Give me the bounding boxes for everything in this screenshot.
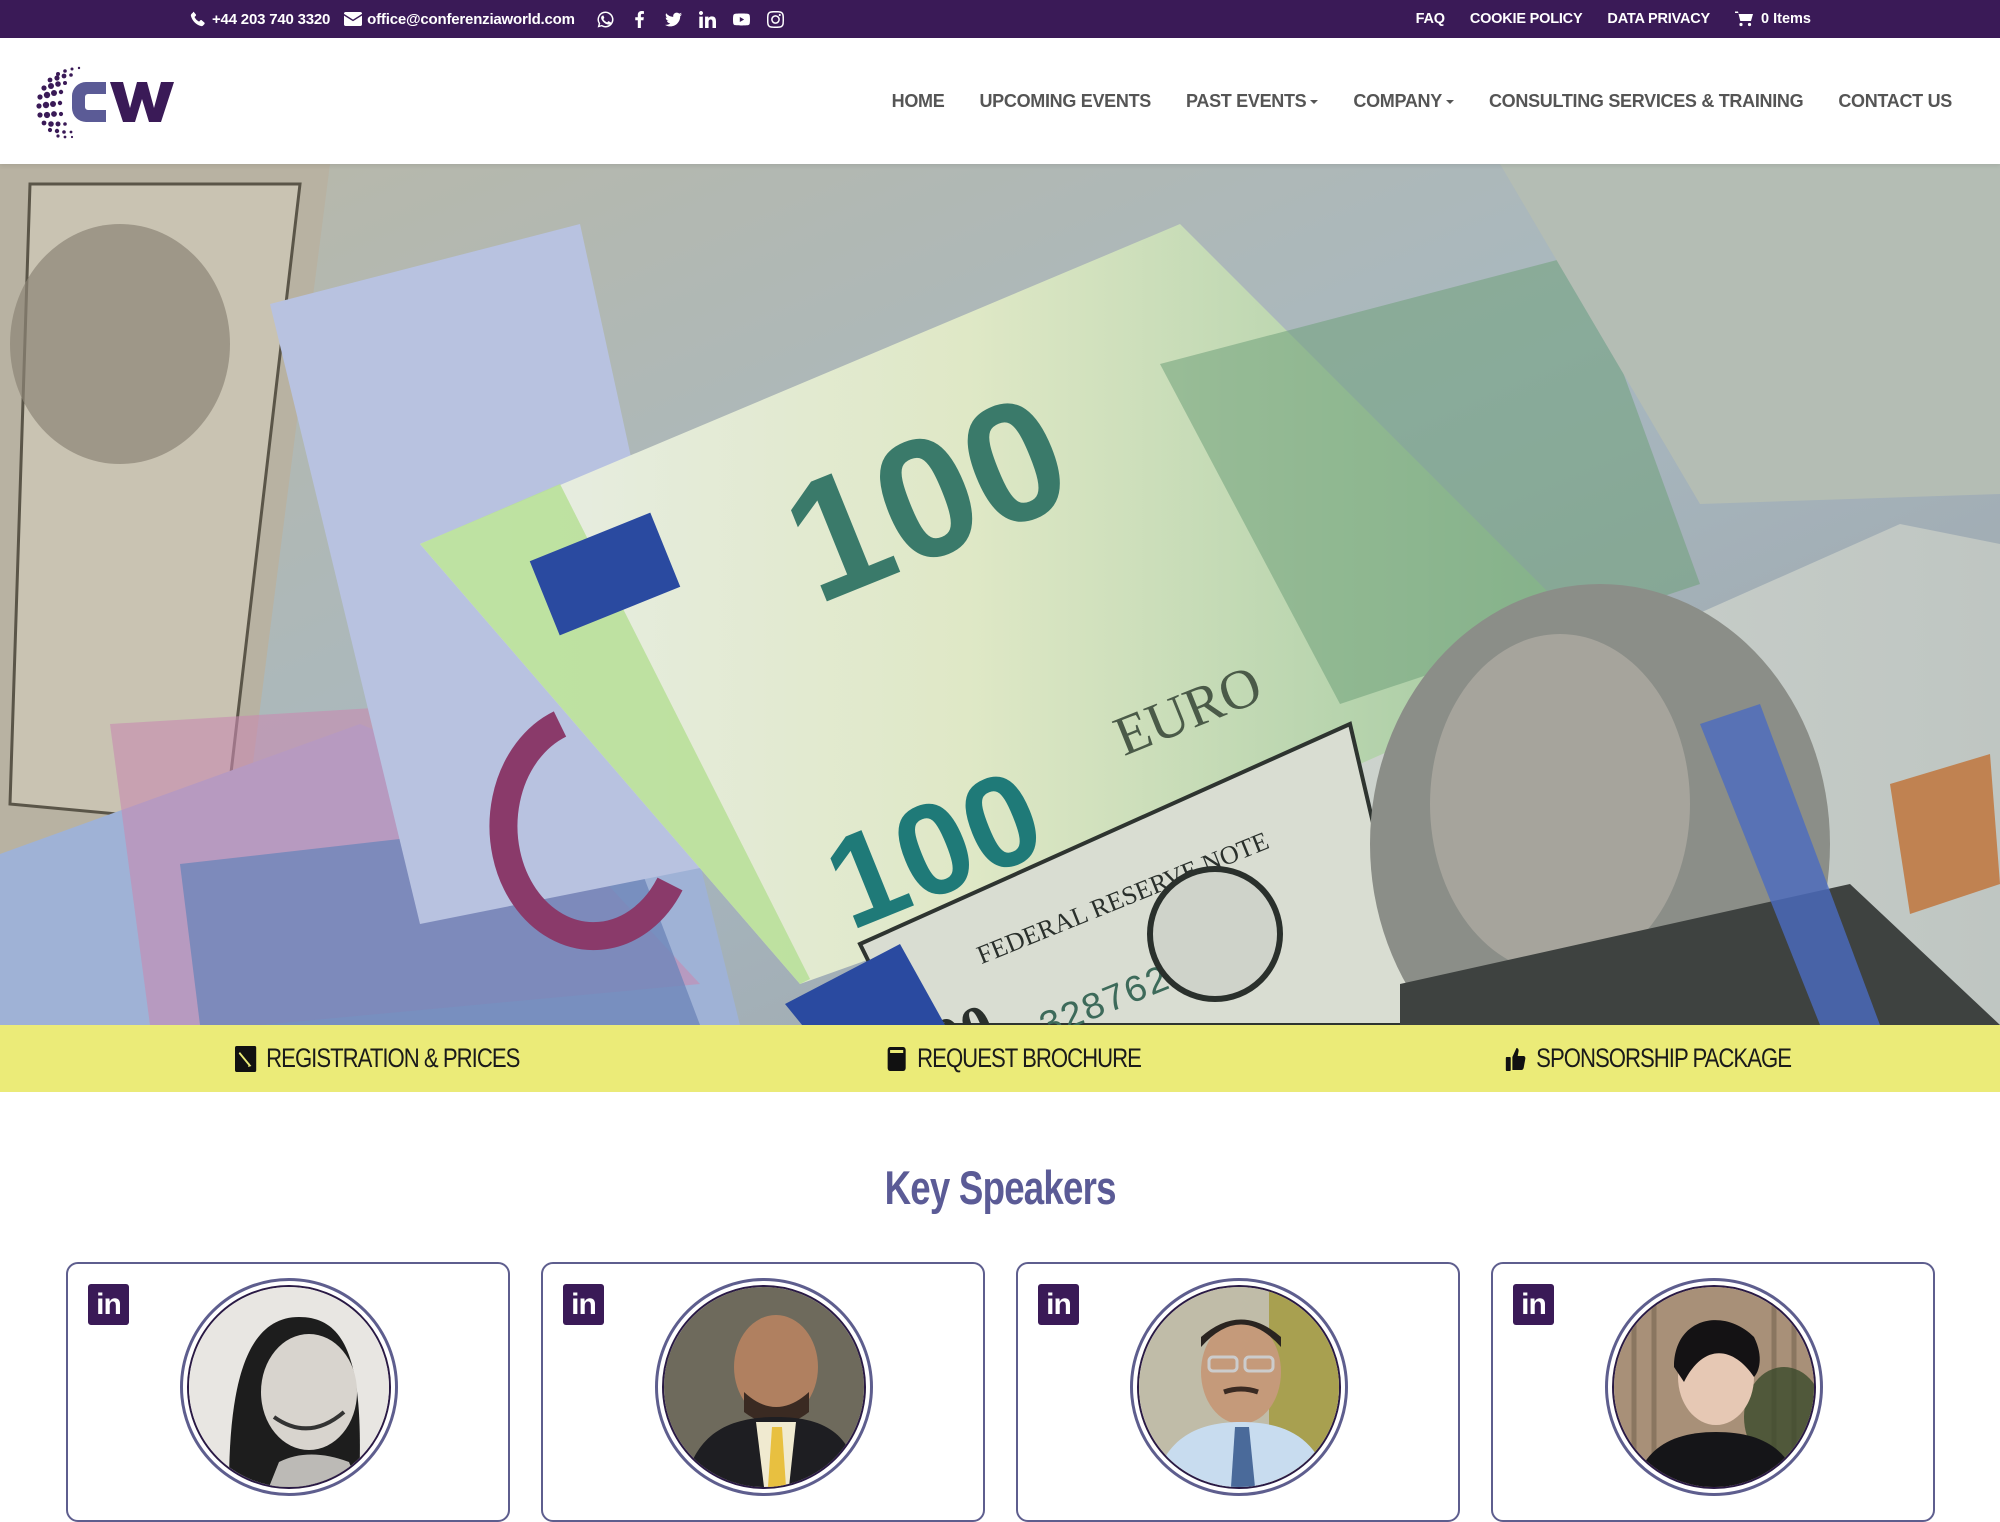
cart-icon <box>1735 11 1754 27</box>
speaker-card[interactable]: in <box>541 1262 985 1522</box>
phone-number: +44 203 740 3320 <box>212 10 331 28</box>
nav-label: UPCOMING EVENTS <box>979 90 1151 111</box>
envelope-icon <box>344 12 363 26</box>
hero-banner-image: 100 100 EURO 100 FEDERAL RESERVE NOTE LF… <box>0 164 2000 1025</box>
action-label: REQUEST BROCHURE <box>917 1043 1142 1073</box>
nav-label: PAST EVENTS <box>1186 90 1307 111</box>
facebook-link[interactable] <box>623 0 657 38</box>
logo[interactable] <box>34 62 204 142</box>
social-links <box>589 0 793 38</box>
email-contact[interactable]: office@conferenziaworld.com <box>344 11 575 28</box>
nav-label: HOME <box>891 90 945 111</box>
nav-label: COMPANY <box>1353 90 1442 111</box>
linkedin-icon <box>699 10 717 28</box>
nav-label: CONTACT US <box>1838 90 1952 111</box>
linkedin-icon[interactable]: in <box>1513 1284 1554 1325</box>
nav-company[interactable]: COMPANY <box>1353 91 1454 112</box>
speaker-photo <box>1605 1278 1823 1496</box>
speaker-portrait <box>1139 1287 1339 1487</box>
speaker-card[interactable]: in <box>1491 1262 1935 1522</box>
speaker-portrait <box>1614 1287 1814 1487</box>
book-icon <box>887 1046 906 1071</box>
banknotes-illustration: 100 100 EURO 100 FEDERAL RESERVE NOTE LF… <box>0 164 2000 1025</box>
speaker-cards: in in in in <box>66 1262 1936 1522</box>
key-speakers-heading: Key Speakers <box>0 1160 2000 1215</box>
nav-upcoming-events[interactable]: UPCOMING EVENTS <box>979 91 1151 112</box>
nav-contact-us[interactable]: CONTACT US <box>1838 91 1952 112</box>
whatsapp-icon <box>597 11 614 27</box>
nav-past-events[interactable]: PAST EVENTS <box>1186 90 1319 112</box>
main-nav: HOME UPCOMING EVENTS PAST EVENTS COMPANY… <box>857 38 1953 164</box>
linkedin-icon[interactable]: in <box>88 1284 129 1325</box>
speaker-photo <box>655 1278 873 1496</box>
youtube-link[interactable] <box>725 0 759 38</box>
speaker-portrait <box>664 1287 864 1487</box>
caret-down-icon <box>1445 100 1454 104</box>
top-bar: +44 203 740 3320 office@conferenziaworld… <box>0 0 2000 38</box>
heading-text: Key Speakers <box>884 1161 1116 1214</box>
faq-link[interactable]: FAQ <box>1416 11 1445 27</box>
speaker-photo <box>180 1278 398 1496</box>
linkedin-icon[interactable]: in <box>563 1284 604 1325</box>
instagram-icon <box>767 10 785 28</box>
whatsapp-link[interactable] <box>589 0 623 38</box>
instagram-link[interactable] <box>759 0 793 38</box>
speaker-portrait <box>189 1287 389 1487</box>
action-label: REGISTRATION & PRICES <box>266 1043 520 1073</box>
nav-home[interactable]: HOME <box>892 91 945 112</box>
linkedin-link[interactable] <box>691 0 725 38</box>
facebook-icon <box>635 10 645 28</box>
phone-contact[interactable]: +44 203 740 3320 <box>190 11 330 28</box>
event-action-bar: REGISTRATION & PRICES REQUEST BROCHURE S… <box>0 1025 2000 1092</box>
email-address: office@conferenziaworld.com <box>367 10 575 28</box>
nav-consulting[interactable]: CONSULTING SERVICES & TRAINING <box>1488 90 1804 112</box>
logo-graphic <box>36 66 174 139</box>
site-header: HOME UPCOMING EVENTS PAST EVENTS COMPANY… <box>0 38 2000 164</box>
phone-icon <box>190 11 205 27</box>
request-brochure-link[interactable]: REQUEST BROCHURE <box>886 1025 1142 1092</box>
speaker-photo <box>1130 1278 1348 1496</box>
edit-icon <box>235 1045 257 1072</box>
linkedin-icon[interactable]: in <box>1038 1284 1079 1325</box>
cart-count: 0 Items <box>1761 11 1811 27</box>
data-privacy-link[interactable]: DATA PRIVACY <box>1607 11 1710 27</box>
registration-prices-link[interactable]: REGISTRATION & PRICES <box>235 1025 520 1092</box>
sponsorship-package-link[interactable]: SPONSORSHIP PACKAGE <box>1505 1025 1792 1092</box>
twitter-icon <box>665 12 683 26</box>
speaker-card[interactable]: in <box>66 1262 510 1522</box>
speaker-card[interactable]: in <box>1016 1262 1460 1522</box>
cart-link[interactable]: 0 Items <box>1735 11 1811 27</box>
twitter-link[interactable] <box>657 0 691 38</box>
thumbs-up-icon <box>1505 1047 1526 1071</box>
nav-label: CONSULTING SERVICES & TRAINING <box>1488 90 1804 111</box>
youtube-icon <box>733 13 751 25</box>
action-label: SPONSORSHIP PACKAGE <box>1536 1043 1792 1073</box>
cookie-policy-link[interactable]: COOKIE POLICY <box>1470 11 1583 27</box>
caret-down-icon <box>1310 100 1319 104</box>
